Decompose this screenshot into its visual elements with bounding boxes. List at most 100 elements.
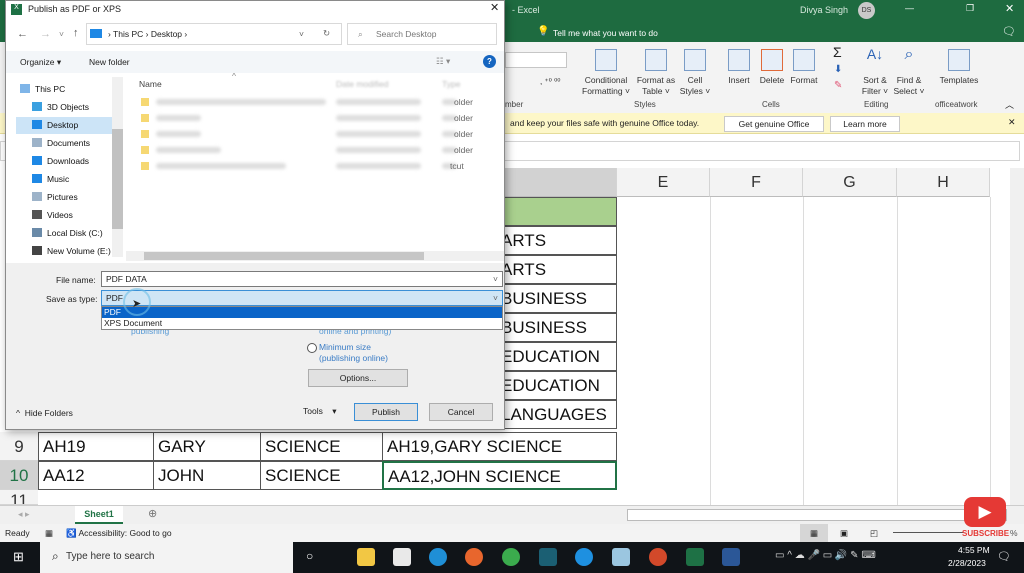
cell-b9[interactable]: GARY (153, 432, 261, 461)
insert-button[interactable]: Insert (722, 49, 756, 86)
app-icon[interactable] (539, 548, 557, 566)
nav-item-pictures[interactable]: Pictures (32, 192, 78, 202)
comments-icon[interactable]: 🗨 (1002, 25, 1016, 38)
organize-button[interactable]: Organize ▾ (20, 57, 61, 68)
cell-d9[interactable]: AH19,GARY SCIENCE (382, 432, 617, 461)
cell-b10[interactable]: JOHN (153, 461, 261, 490)
tell-me-input[interactable]: Tell me what you want to do (553, 28, 658, 38)
sort-filter-button[interactable]: A↓ Sort & Filter ˅ (858, 47, 892, 97)
accessibility-status[interactable]: ♿ Accessibility: Good to go (66, 524, 172, 542)
refresh-icon[interactable]: ↻ (323, 28, 330, 39)
close-icon[interactable]: ✕ (1005, 2, 1014, 15)
help-icon[interactable]: ? (483, 55, 496, 68)
learn-more-button[interactable]: Learn more (830, 116, 900, 132)
back-icon[interactable]: ← (17, 28, 28, 40)
zoom-level[interactable]: % (1010, 524, 1018, 542)
nav-item-documents[interactable]: Documents (32, 138, 90, 148)
get-genuine-office-button[interactable]: Get genuine Office (724, 116, 824, 132)
forward-icon[interactable]: → (40, 28, 51, 40)
view-options-icon[interactable]: ☷ ▾ (436, 56, 450, 67)
cell-c10[interactable]: SCIENCE (260, 461, 383, 490)
minimum-size-label[interactable]: Minimum size (319, 342, 371, 352)
column-name[interactable]: Name (139, 79, 162, 89)
taskbar-search-box[interactable]: ⌕ Type here to search (40, 542, 293, 573)
dialog-close-icon[interactable]: ✕ (490, 1, 499, 14)
skype-icon[interactable] (575, 548, 593, 566)
cell-a10[interactable]: AA12 (38, 461, 154, 490)
nav-item-desktop[interactable]: Desktop (32, 120, 78, 130)
fill-icon[interactable]: ⬇ (834, 64, 842, 75)
horizontal-scrollbar[interactable] (627, 509, 1007, 521)
search-desktop-input[interactable]: ⌕ Search Desktop (347, 23, 497, 45)
cell-d10-selected[interactable]: AA12,JOHN SCIENCE (382, 461, 617, 490)
recent-dropdown-icon[interactable]: ˅ (59, 29, 64, 39)
powerpoint-icon[interactable] (649, 548, 667, 566)
row-header-11[interactable]: 11 (0, 490, 38, 505)
page-break-icon[interactable]: ◰ (870, 524, 878, 542)
publish-button[interactable]: Publish (354, 403, 418, 421)
excel-icon[interactable] (686, 548, 704, 566)
cell-c9[interactable]: SCIENCE (260, 432, 383, 461)
cell-styles-button[interactable]: Cell Styles ˅ (678, 49, 712, 97)
file-explorer-icon[interactable] (357, 548, 375, 566)
add-sheet-icon[interactable]: ⊕ (148, 507, 157, 520)
edge-icon[interactable] (429, 548, 447, 566)
column-date[interactable]: Date modified (336, 79, 388, 89)
hide-folders-button[interactable]: ^ Hide Folders (16, 408, 73, 418)
firefox-icon[interactable] (465, 548, 483, 566)
up-icon[interactable]: ↑ (73, 27, 79, 39)
nav-item-new-volume-e[interactable]: New Volume (E:) (32, 246, 111, 256)
vertical-scrollbar[interactable] (1010, 168, 1024, 505)
column-type[interactable]: Type (442, 79, 460, 89)
macro-icon[interactable]: ▦ (45, 524, 53, 542)
collapse-ribbon-icon[interactable]: ︿ (1005, 98, 1014, 111)
clear-icon[interactable]: ✎ (834, 80, 842, 91)
address-bar[interactable]: › This PC › Desktop › ˅ ↻ (86, 23, 342, 45)
autosum-icon[interactable]: Σ (833, 44, 842, 60)
normal-view-icon[interactable]: ▦ (800, 524, 828, 542)
row-header-10[interactable]: 10 (0, 461, 38, 490)
minimize-icon[interactable]: — (905, 3, 914, 13)
nav-item-music[interactable]: Music (32, 174, 69, 184)
address-dropdown-icon[interactable]: ˅ (299, 29, 304, 39)
system-tray-icons[interactable]: ▭ ^ ☁ 🎤 ▭ 🔊 ✎ ⌨ (775, 550, 876, 561)
templates-button[interactable]: Templates (937, 49, 981, 86)
chrome-icon[interactable] (502, 548, 520, 566)
new-folder-button[interactable]: New folder (89, 57, 130, 67)
avatar[interactable]: DS (858, 2, 875, 19)
save-type-select[interactable]: PDF ˅ (101, 290, 503, 306)
prev-sheet-icon[interactable]: ◂ ▸ (18, 509, 30, 520)
find-select-button[interactable]: ⌕ Find & Select ˅ (892, 47, 926, 97)
format-as-table-button[interactable]: Format as Table ˅ (634, 49, 678, 97)
format-button[interactable]: Format (788, 49, 820, 86)
tab-sheet1[interactable]: Sheet1 (75, 506, 123, 524)
notepad-icon[interactable] (612, 548, 630, 566)
word-icon[interactable] (722, 548, 740, 566)
option-pdf[interactable]: PDF (102, 307, 502, 318)
column-header-e[interactable]: E (617, 168, 710, 197)
task-view-icon[interactable]: ○ (306, 549, 313, 563)
decimal-icons[interactable]: , ⁺⁰ ⁰⁰ (540, 77, 561, 86)
cell-a9[interactable]: AH19 (38, 432, 154, 461)
conditional-formatting-button[interactable]: Conditional Formatting ˅ (578, 49, 634, 97)
column-header-f[interactable]: F (710, 168, 803, 197)
delete-button[interactable]: Delete (756, 49, 788, 86)
nav-item-3d-objects[interactable]: 3D Objects (32, 102, 89, 112)
nav-item-downloads[interactable]: Downloads (32, 156, 89, 166)
column-header-h[interactable]: H (897, 168, 990, 197)
notifications-icon[interactable]: 🗨 (997, 550, 1011, 563)
row-header-9[interactable]: 9 (0, 432, 38, 461)
nav-item-videos[interactable]: Videos (32, 210, 73, 220)
options-button[interactable]: Options... (308, 369, 408, 387)
windows-start-icon[interactable]: ⊞ (13, 549, 24, 565)
banner-close-icon[interactable]: ✕ (1008, 117, 1016, 128)
cancel-button[interactable]: Cancel (429, 403, 493, 421)
tools-button[interactable]: Tools ▾ (303, 406, 337, 417)
file-h-scrollbar[interactable] (126, 251, 504, 261)
minimum-size-radio[interactable] (307, 343, 317, 353)
store-icon[interactable] (393, 548, 411, 566)
number-format-select[interactable] (505, 52, 567, 68)
file-name-input[interactable]: PDF DATA ˅ (101, 271, 503, 287)
page-layout-icon[interactable]: ▣ (840, 524, 848, 542)
restore-icon[interactable]: ❐ (966, 3, 974, 14)
